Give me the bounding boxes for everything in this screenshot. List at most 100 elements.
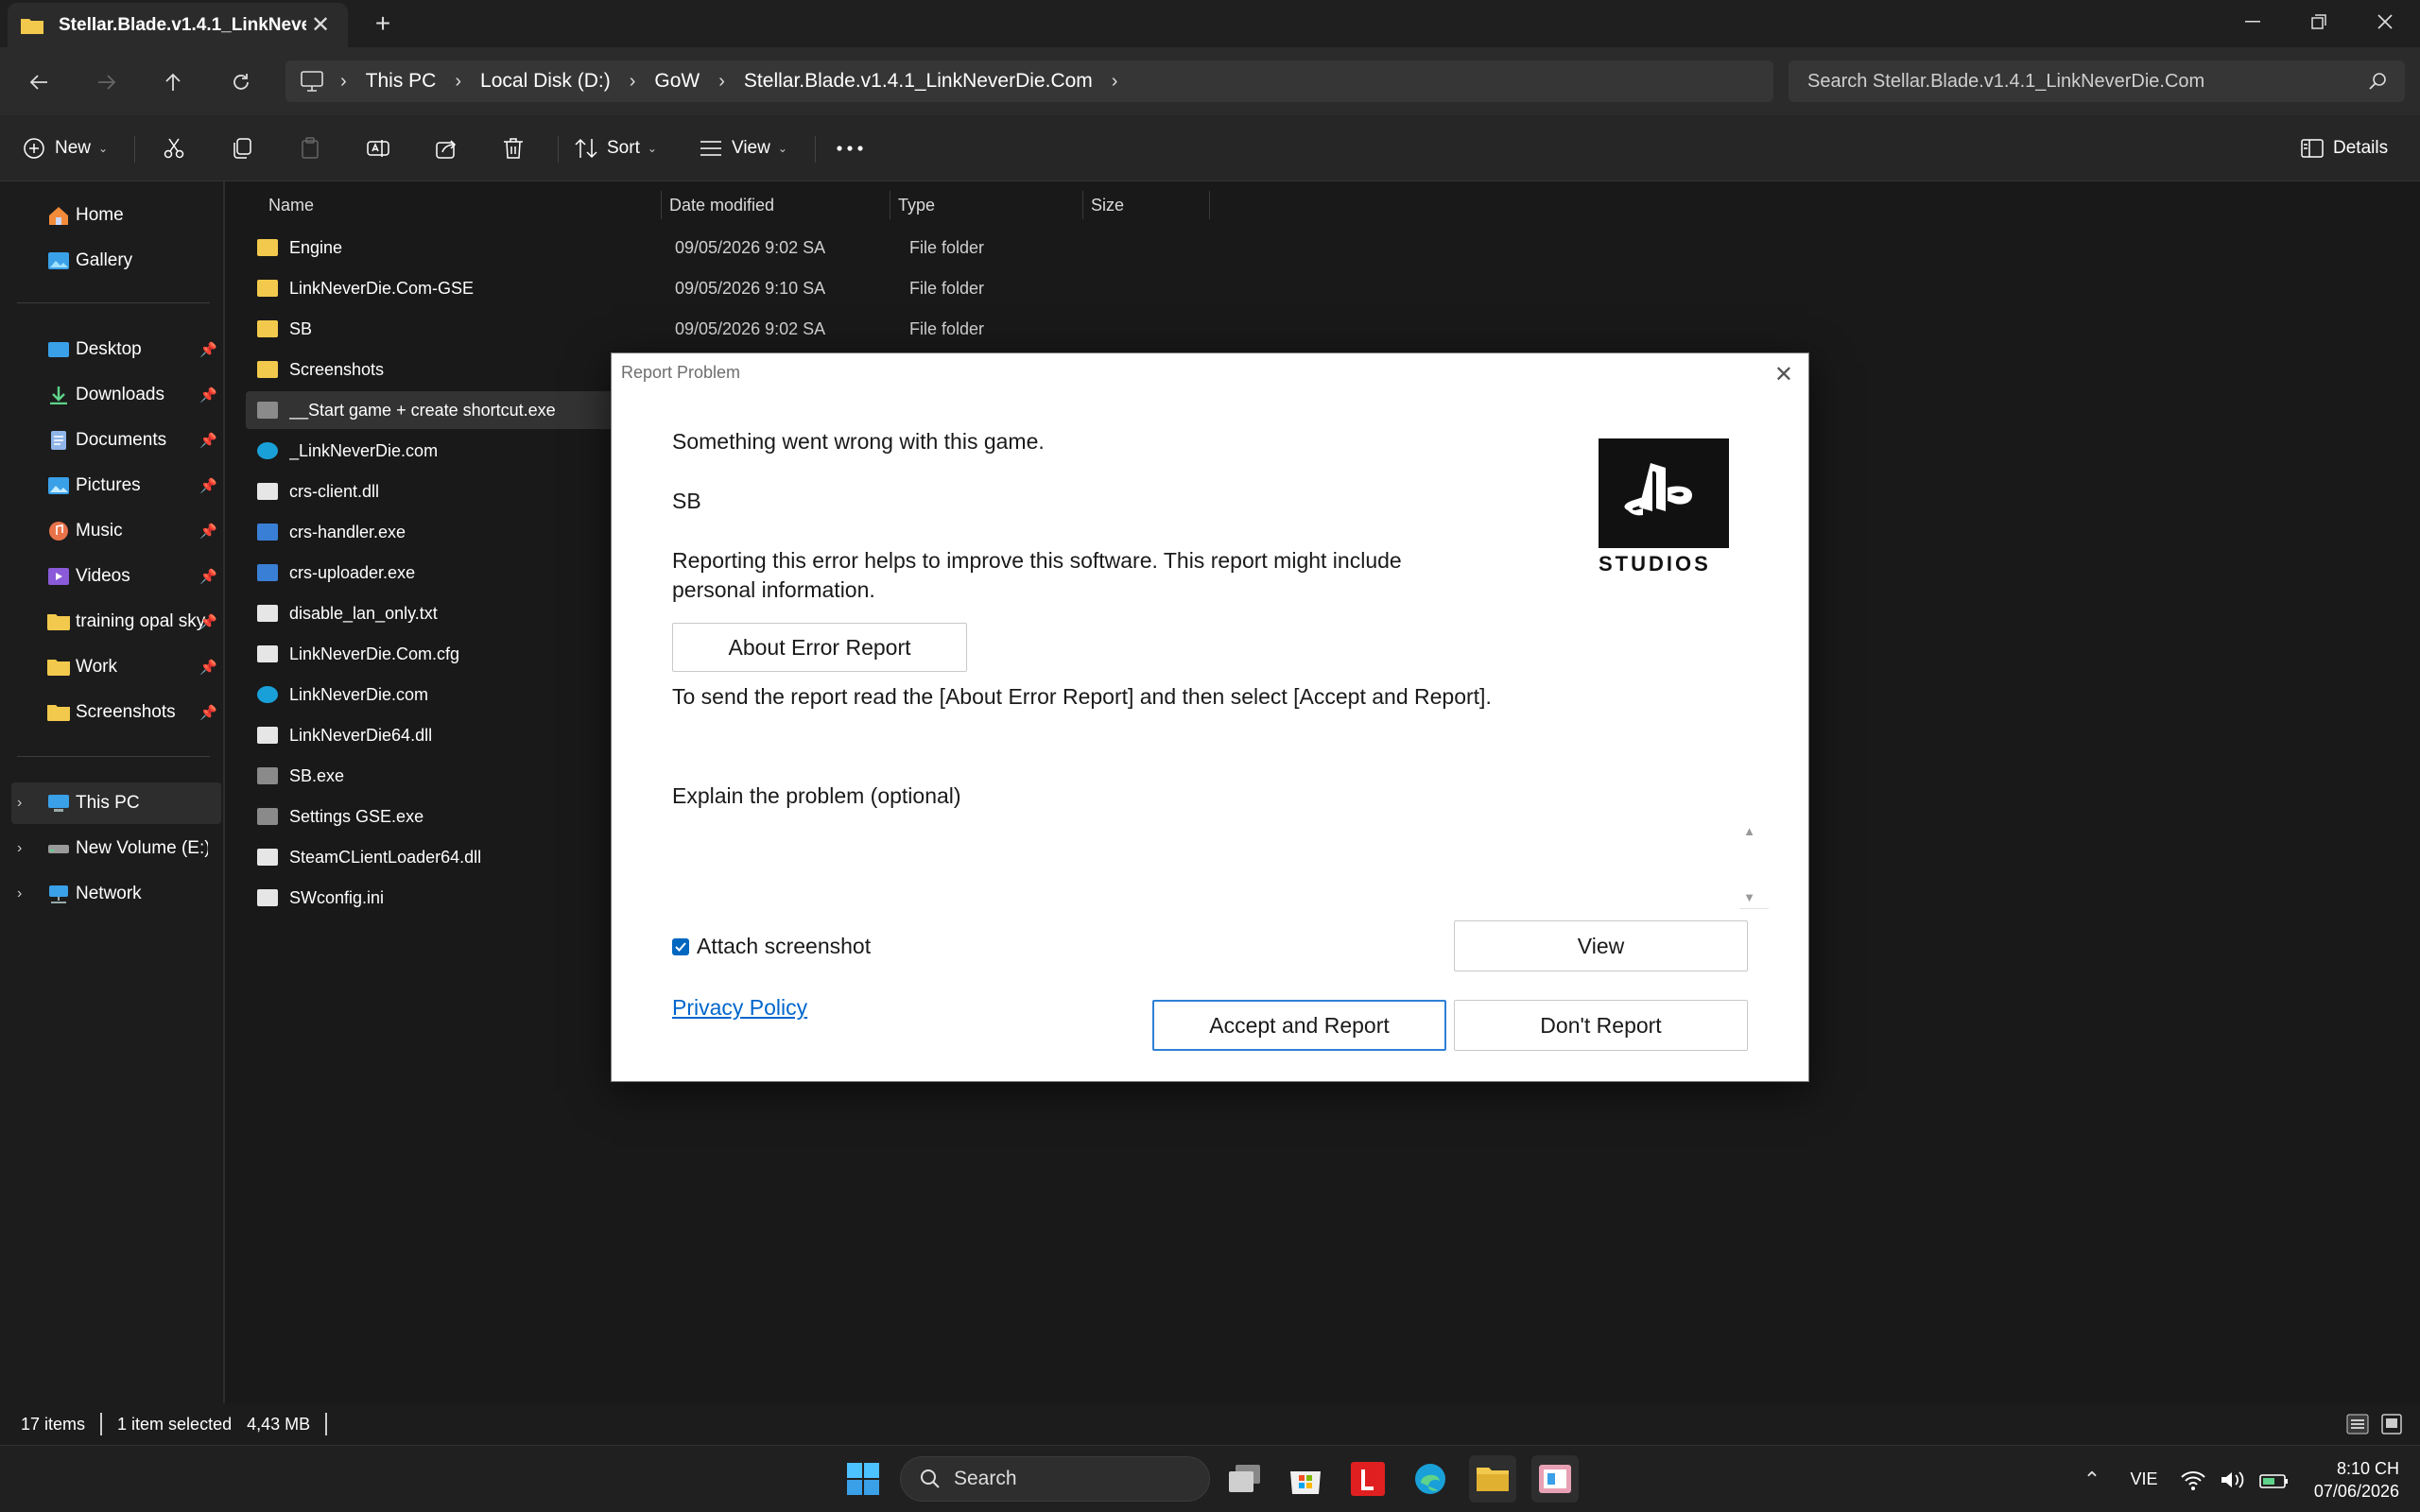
back-button[interactable] [19, 62, 59, 102]
sidebar-item-screenshots[interactable]: Screenshots 📌 [11, 692, 221, 733]
chevron-right-icon[interactable]: › [340, 71, 347, 93]
sidebar-divider [17, 302, 210, 303]
clock[interactable]: 8:10 CH 07/06/2026 [2297, 1457, 2420, 1503]
file-row[interactable]: Engine 09/05/2026 9:02 SA File folder [246, 229, 984, 266]
about-error-report-button[interactable]: About Error Report [672, 623, 967, 672]
rename-button[interactable] [367, 129, 399, 168]
status-divider [325, 1413, 328, 1435]
chevron-right-icon[interactable]: › [718, 71, 725, 93]
dont-report-button[interactable]: Don't Report [1454, 1000, 1748, 1051]
sidebar-item-documents[interactable]: Documents 📌 [11, 420, 221, 461]
share-button[interactable] [435, 129, 467, 168]
store-button[interactable] [1282, 1455, 1329, 1503]
view-screenshot-button[interactable]: View [1454, 920, 1748, 971]
close-window-button[interactable] [2352, 0, 2418, 43]
sidebar-item-new-volume[interactable]: › New Volume (E:) [11, 828, 221, 869]
command-bar: New ⌄ Sort ⌄ View ⌄ Details [0, 115, 2420, 181]
restore-button[interactable] [2286, 0, 2352, 43]
folder-icon [47, 705, 70, 721]
address-row: › This PC › Local Disk (D:) › GoW › Stel… [0, 47, 2420, 115]
details-button[interactable]: Details [2301, 129, 2388, 168]
column-header-size[interactable]: Size [1083, 191, 1210, 219]
battery-icon[interactable] [2259, 1469, 2290, 1490]
sidebar-item-pictures[interactable]: Pictures 📌 [11, 465, 221, 507]
sidebar-item-home[interactable]: Home [11, 195, 221, 236]
checkbox-checked-icon[interactable] [672, 937, 689, 955]
delete-button[interactable] [503, 129, 533, 168]
close-dialog-icon[interactable]: ✕ [1774, 361, 1793, 388]
sidebar-item-music[interactable]: Music 📌 [11, 510, 221, 552]
report-info-line2: personal information. [672, 577, 875, 602]
address-bar[interactable]: › This PC › Local Disk (D:) › GoW › Stel… [285, 60, 1773, 102]
copy-button[interactable] [231, 129, 263, 168]
new-label: New [55, 138, 92, 158]
volume-icon[interactable] [2220, 1469, 2246, 1490]
breadcrumb-this-pc[interactable]: This PC [366, 70, 437, 93]
breadcrumb-gow[interactable]: GoW [654, 70, 700, 93]
sidebar-item-training-opal-sky[interactable]: training opal sky 📌 [11, 601, 221, 643]
sidebar-item-label: Music [76, 521, 123, 541]
attach-screenshot-checkbox[interactable]: Attach screenshot [672, 934, 871, 959]
chevron-right-icon[interactable]: › [17, 885, 22, 902]
details-view-icon[interactable] [2346, 1413, 2369, 1435]
edge-button[interactable] [1407, 1455, 1454, 1503]
start-button[interactable] [839, 1455, 887, 1503]
sidebar-item-this-pc[interactable]: › This PC [11, 782, 221, 824]
new-tab-button[interactable]: + [367, 9, 399, 41]
task-view-button[interactable] [1221, 1455, 1269, 1503]
cut-button[interactable] [163, 129, 195, 168]
refresh-button[interactable] [221, 62, 261, 102]
chevron-right-icon[interactable]: › [17, 840, 22, 857]
sort-button[interactable]: Sort ⌄ [575, 129, 657, 168]
close-tab-icon[interactable]: ✕ [306, 11, 335, 39]
breadcrumb-local-disk[interactable]: Local Disk (D:) [480, 70, 611, 93]
input-language[interactable]: VIE [2116, 1469, 2172, 1489]
sidebar-item-work[interactable]: Work 📌 [11, 646, 221, 688]
file-row[interactable]: LinkNeverDie.Com-GSE 09/05/2026 9:10 SA Fi… [246, 269, 984, 307]
accept-and-report-button[interactable]: Accept and Report [1152, 1000, 1446, 1051]
scroll-down-icon[interactable]: ▼ [1743, 890, 1755, 904]
forward-button[interactable] [87, 62, 127, 102]
sidebar-item-videos[interactable]: Videos 📌 [11, 556, 221, 597]
chevron-right-icon[interactable]: › [455, 71, 461, 93]
taskbar-search[interactable]: Search [900, 1456, 1210, 1502]
attach-screenshot-label: Attach screenshot [697, 934, 872, 958]
sidebar-item-gallery[interactable]: Gallery [11, 240, 221, 282]
search-input[interactable]: Search Stellar.Blade.v1.4.1_LinkNeverDie… [1807, 71, 2369, 93]
network-icon [49, 885, 68, 903]
report-app-button[interactable] [1531, 1455, 1579, 1503]
explain-problem-field[interactable]: ▲ ▼ [672, 818, 1769, 909]
up-button[interactable] [153, 62, 193, 102]
more-options-button[interactable] [836, 129, 873, 168]
view-button[interactable]: View ⌄ [700, 129, 787, 168]
minimize-button[interactable] [2220, 0, 2286, 43]
folder-icon [47, 660, 70, 676]
paste-button[interactable] [299, 129, 331, 168]
explorer-tab[interactable]: Stellar.Blade.v1.4.1_LinkNeverDie.Com ✕ [8, 3, 348, 47]
sidebar-item-network[interactable]: › Network [11, 873, 221, 915]
column-header-name[interactable]: Name [227, 191, 662, 219]
privacy-policy-link[interactable]: Privacy Policy [672, 995, 807, 1021]
chevron-right-icon[interactable]: › [1112, 71, 1118, 93]
scroll-up-icon[interactable]: ▲ [1743, 824, 1755, 838]
new-button[interactable]: New ⌄ [23, 129, 108, 168]
sidebar-divider [17, 756, 210, 757]
column-header-type[interactable]: Type [890, 191, 1083, 219]
dialog-title: Report Problem [621, 363, 741, 382]
chevron-right-icon[interactable]: › [630, 71, 636, 93]
column-header-date[interactable]: Date modified [662, 191, 890, 219]
sidebar-item-downloads[interactable]: Downloads 📌 [11, 374, 221, 416]
chevron-up-icon[interactable]: ⌃ [2068, 1468, 2116, 1492]
wifi-icon[interactable] [2180, 1469, 2206, 1490]
app-l-button[interactable] [1344, 1455, 1392, 1503]
tiles-view-icon[interactable] [2380, 1413, 2403, 1435]
file-row[interactable]: SB 09/05/2026 9:02 SA File folder [246, 310, 984, 348]
sidebar-item-label: Home [76, 205, 124, 225]
breadcrumb-current-folder[interactable]: Stellar.Blade.v1.4.1_LinkNeverDie.Com [744, 70, 1093, 93]
chevron-right-icon[interactable]: › [17, 795, 22, 812]
explain-problem-input[interactable] [672, 818, 1740, 909]
search-box[interactable]: Search Stellar.Blade.v1.4.1_LinkNeverDie… [1789, 60, 2405, 102]
sidebar-item-desktop[interactable]: Desktop 📌 [11, 329, 221, 370]
file-explorer-button[interactable] [1469, 1455, 1516, 1503]
folder-icon [21, 18, 43, 34]
